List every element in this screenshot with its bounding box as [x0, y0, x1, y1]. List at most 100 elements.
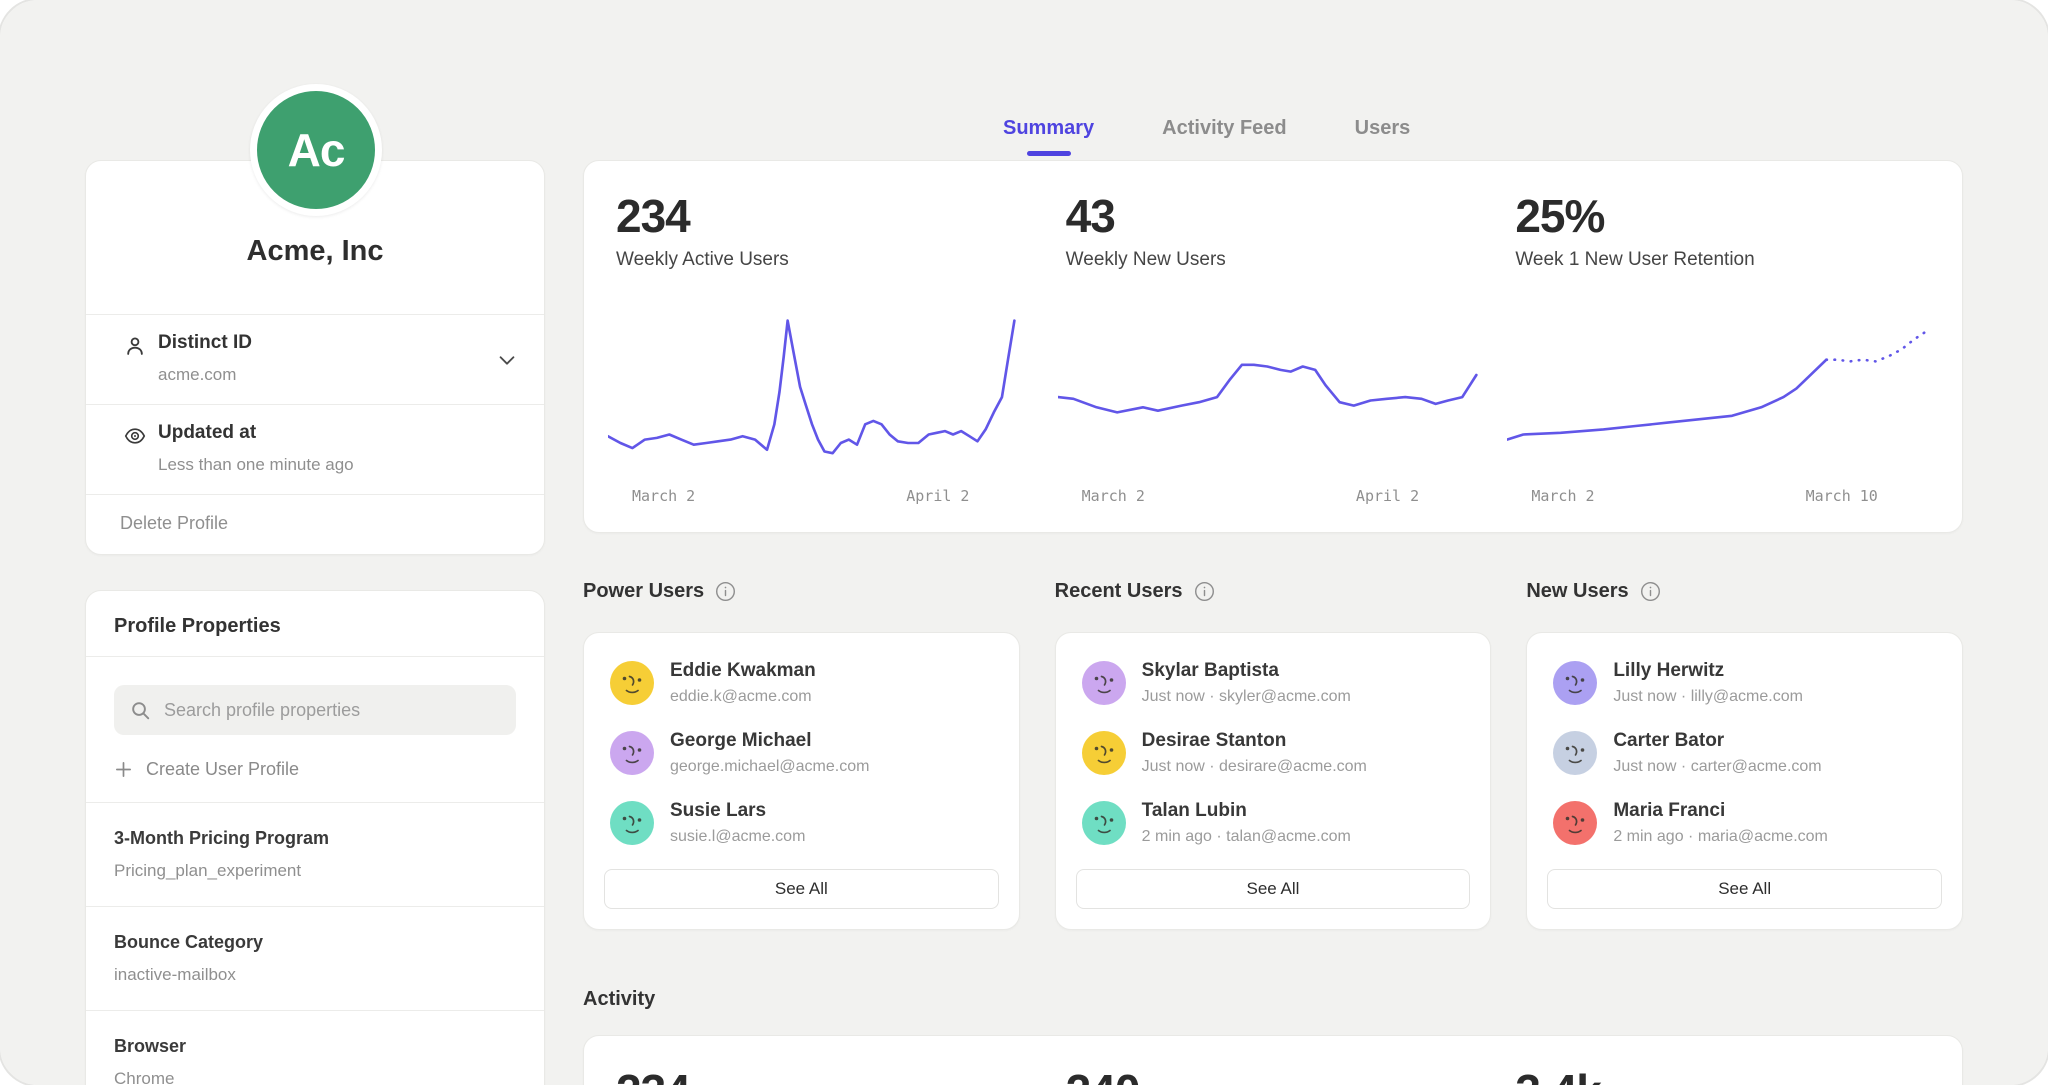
new-users-card: Lilly HerwitzJust now · lilly@acme.com Ca…	[1526, 632, 1963, 930]
see-all-button[interactable]: See All	[1076, 869, 1471, 909]
new-users-heading: New Users	[1526, 580, 1963, 603]
stat-value: 234	[616, 191, 1031, 241]
user-avatar	[610, 731, 654, 775]
user-name: Desirae Stanton	[1142, 729, 1367, 752]
avatar-face	[1082, 661, 1126, 705]
info-icon[interactable]	[1194, 581, 1215, 602]
user-avatar	[1553, 661, 1597, 705]
user-meta: Just now · skyler@acme.com	[1142, 687, 1351, 707]
user-avatar	[610, 801, 654, 845]
info-icon[interactable]	[715, 581, 736, 602]
user-avatar	[1553, 731, 1597, 775]
sparkline-chart	[1507, 307, 1936, 477]
x-tick: March 10	[1806, 487, 1878, 505]
property-value: inactive-mailbox	[114, 964, 516, 986]
stat-panel-weekly-active-users: 234 Weekly Active Users March 2 April 2	[616, 191, 1031, 509]
user-list-item[interactable]: Skylar Baptista Just now · skyler@acme.co…	[1082, 659, 1465, 707]
user-list-item[interactable]: Lilly HerwitzJust now · lilly@acme.com	[1553, 659, 1936, 707]
user-meta: eddie.k@acme.com	[670, 687, 816, 707]
section-title: Recent Users	[1055, 580, 1183, 603]
user-avatar	[1082, 801, 1126, 845]
profile-properties-card: Profile Properties Create User Profile 3…	[85, 590, 545, 1085]
x-tick: March 2	[632, 487, 695, 505]
property-name: Browser	[114, 1034, 516, 1058]
property-name: Bounce Category	[114, 930, 516, 954]
user-list-item[interactable]: Susie Lars susie.l@acme.com	[610, 799, 993, 847]
x-tick: March 2	[1082, 487, 1145, 505]
activity-card: 234 240 3.4k	[583, 1035, 1963, 1085]
user-name: Carter Bator	[1613, 729, 1821, 752]
avatar-face	[1082, 801, 1126, 845]
activity-stat-value: 3.4k	[1515, 1066, 1930, 1085]
property-item[interactable]: Browser Chrome	[86, 1010, 544, 1085]
chevron-down-icon[interactable]	[496, 349, 518, 371]
divider	[86, 656, 544, 657]
stat-value: 43	[1066, 191, 1481, 241]
avatar-face	[610, 801, 654, 845]
avatar-face	[610, 731, 654, 775]
x-tick: April 2	[906, 487, 969, 505]
user-list-item[interactable]: George Michaelgeorge.michael@acme.com	[610, 729, 993, 777]
user-meta: 2 min ago · maria@acme.com	[1613, 827, 1828, 847]
summary-stats-card: 234 Weekly Active Users March 2 April 2 …	[583, 160, 1963, 533]
see-all-button[interactable]: See All	[1547, 869, 1942, 909]
user-list-item[interactable]: Desirae StantonJust now · desirare@acme.…	[1082, 729, 1465, 777]
stat-value: 25%	[1515, 191, 1930, 241]
x-axis: March 2 April 2	[616, 487, 1031, 509]
person-icon	[124, 335, 146, 357]
tab-users[interactable]: Users	[1355, 116, 1411, 156]
profile-dashboard: Ac Acme, Inc Distinct ID acme.com Update…	[0, 0, 2048, 1085]
stat-label: Weekly Active Users	[616, 249, 1031, 271]
property-item[interactable]: Bounce Category inactive-mailbox	[86, 906, 544, 1010]
user-cards-row: Eddie Kwakmaneddie.k@acme.com George Mich…	[583, 632, 1963, 930]
user-name: Skylar Baptista	[1142, 659, 1351, 682]
activity-stat-value: 234	[616, 1066, 1031, 1085]
stat-panel-weekly-new-users: 43 Weekly New Users March 2 April 2	[1066, 191, 1481, 509]
user-name: Susie Lars	[670, 799, 805, 822]
user-meta: george.michael@acme.com	[670, 757, 869, 777]
property-name: 3-Month Pricing Program	[114, 826, 516, 850]
create-user-profile-button[interactable]: Create User Profile	[114, 759, 516, 780]
avatar-face	[1553, 731, 1597, 775]
user-meta: Just now · carter@acme.com	[1613, 757, 1821, 777]
user-meta: 2 min ago · talan@acme.com	[1142, 827, 1351, 847]
profile-card: Acme, Inc Distinct ID acme.com Updated a…	[85, 160, 545, 555]
x-axis: March 2 March 10	[1515, 487, 1930, 509]
user-name: Lilly Herwitz	[1613, 659, 1803, 682]
tab-summary[interactable]: Summary	[1003, 116, 1094, 156]
avatar-face	[1553, 801, 1597, 845]
user-avatar	[1553, 801, 1597, 845]
field-value: Less than one minute ago	[158, 454, 520, 476]
delete-profile-button[interactable]: Delete Profile	[86, 494, 544, 554]
avatar-face	[1082, 731, 1126, 775]
user-list-item[interactable]: Maria Franci2 min ago · maria@acme.com	[1553, 799, 1936, 847]
field-label: Updated at	[158, 421, 520, 445]
profile-properties-search	[114, 685, 516, 735]
search-input[interactable]	[162, 699, 500, 722]
power-users-heading: Power Users	[583, 580, 1020, 603]
field-label: Distinct ID	[158, 331, 520, 355]
activity-heading: Activity	[583, 988, 655, 1011]
user-list-item[interactable]: Carter Bator Just now · carter@acme.com	[1553, 729, 1936, 777]
recent-users-card: Skylar Baptista Just now · skyler@acme.co…	[1055, 632, 1492, 930]
avatar-face	[610, 661, 654, 705]
updated-at-row: Updated at Less than one minute ago	[86, 404, 544, 494]
sparkline-chart	[1058, 307, 1487, 477]
plus-icon	[114, 760, 133, 779]
create-user-profile-label: Create User Profile	[146, 759, 299, 780]
tab-activity-feed[interactable]: Activity Feed	[1162, 116, 1286, 156]
x-tick: March 2	[1531, 487, 1594, 505]
power-users-card: Eddie Kwakmaneddie.k@acme.com George Mich…	[583, 632, 1020, 930]
see-all-button[interactable]: See All	[604, 869, 999, 909]
user-list-item[interactable]: Talan Lubin2 min ago · talan@acme.com	[1082, 799, 1465, 847]
distinct-id-row: Distinct ID acme.com	[86, 314, 544, 404]
info-icon[interactable]	[1640, 581, 1661, 602]
property-item[interactable]: 3-Month Pricing Program Pricing_plan_exp…	[86, 802, 544, 906]
user-list-item[interactable]: Eddie Kwakmaneddie.k@acme.com	[610, 659, 993, 707]
tab-bar: Summary Activity Feed Users	[1003, 116, 1410, 156]
x-axis: March 2 April 2	[1066, 487, 1481, 509]
user-avatar	[610, 661, 654, 705]
section-title: New Users	[1526, 580, 1628, 603]
stat-panel-retention: 25% Week 1 New User Retention March 2 Ma…	[1515, 191, 1930, 509]
user-meta: susie.l@acme.com	[670, 827, 805, 847]
